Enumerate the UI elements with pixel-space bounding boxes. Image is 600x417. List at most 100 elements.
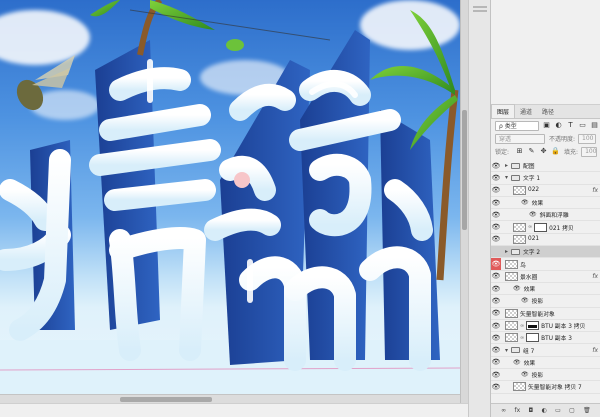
layer-row[interactable]: 👁 ▾ 文字 1 [491,172,600,185]
fx-icon[interactable]: fx [592,273,598,280]
new-layer-icon[interactable]: ▢ [569,407,575,414]
lock-paint-icon[interactable]: ✎ [527,147,536,156]
visibility-eye-icon[interactable]: 👁 [491,174,501,182]
layer-row[interactable]: 👁 ∞ 021 拷贝 [491,221,600,234]
trash-icon[interactable]: 🗑 [583,407,591,414]
scrollbar-thumb[interactable] [462,110,467,230]
lock-pixels-icon[interactable]: ⊞ [515,147,524,156]
layer-row[interactable]: 👁 👁 效果 [491,283,600,296]
mask-icon[interactable]: ◘ [528,407,533,414]
visibility-eye-icon[interactable]: 👁 [491,211,501,219]
visibility-eye-icon[interactable]: 👁 [491,358,501,366]
layer-mask-thumbnail[interactable] [534,222,548,232]
visibility-eye-icon[interactable]: 👁 [491,285,501,293]
visibility-eye-icon[interactable]: 👁 [491,235,501,243]
status-bar [0,403,468,417]
effect-eye-icon[interactable]: 👁 [529,211,537,218]
layer-name: 投影 [531,373,544,380]
canvas-vertical-scrollbar[interactable] [460,0,468,403]
fx-icon[interactable]: fx [592,347,598,354]
opacity-field[interactable]: 100 [578,133,597,144]
layer-row[interactable]: 👁 👁 投影 [491,295,600,308]
filter-shape-icon[interactable]: ▭ [578,121,587,130]
folder-icon [511,162,520,169]
layer-name: 斜面和浮雕 [539,213,569,220]
layer-name: 效果 [531,201,544,208]
scrollbar-thumb[interactable] [120,397,212,402]
layer-name: 021 拷贝 [549,225,574,232]
folder-icon [511,347,520,354]
panel-empty-area [491,0,600,105]
visibility-eye-icon[interactable]: 👁 [491,334,501,342]
effect-eye-icon[interactable]: 👁 [513,359,521,366]
visibility-eye-icon[interactable]: 👁 [491,322,501,330]
layer-row[interactable]: 👁 景水圈 fx [491,271,600,283]
layer-name: 效果 [523,287,536,294]
layer-row[interactable]: 👁 矢量智能对象 拷贝 7 [491,381,600,394]
document-canvas[interactable] [0,0,460,394]
tab-layers[interactable]: 图层 [491,104,516,118]
layer-row[interactable]: ▸ 文字 2 [491,246,600,259]
canvas-horizontal-scrollbar[interactable] [0,394,460,403]
blend-mode-label: 穿透 [499,136,512,143]
layer-row[interactable]: 👁 鸟 [491,258,600,271]
layer-row[interactable]: 👁 ∞ BTU 副本 3 [491,332,600,345]
filter-adjust-icon[interactable]: ◐ [554,121,563,130]
folder-icon[interactable]: ▭ [555,407,561,414]
layer-name: 文字 1 [523,176,541,183]
blend-mode-dropdown[interactable]: 穿透 [495,133,545,144]
layer-mask-thumbnail[interactable] [526,321,540,330]
tab-channels[interactable]: 通道 [515,105,537,118]
fx-icon[interactable]: fx [514,407,520,414]
effect-eye-icon[interactable]: 👁 [521,199,529,206]
visibility-eye-icon[interactable]: 👁 [491,199,501,207]
effect-eye-icon[interactable]: 👁 [513,285,521,292]
layer-list: 👁 ▸ 配图 👁 ▾ 文字 1 👁 022 fx 👁 👁 效果 👁 👁 斜面和浮雕 👁 ∞ 021 拷贝 👁 021 ▸… [491,160,600,394]
layer-mask-thumbnail[interactable] [526,333,540,343]
fill-field[interactable]: 100 [581,146,598,157]
filter-pixel-icon[interactable]: ▣ [542,121,551,130]
layer-filter-dropdown[interactable]: ρ 类型 [495,120,539,131]
fx-icon[interactable]: fx [592,187,598,194]
tab-paths[interactable]: 路径 [537,105,559,118]
layer-row[interactable]: 👁 👁 斜面和浮雕 [491,209,600,222]
visibility-eye-icon[interactable]: 👁 [491,186,501,194]
layer-row[interactable]: 👁 ▸ 配图 [491,160,600,173]
panel-dock-strip [468,0,490,417]
layer-row[interactable]: 👁 ∞ BTU 副本 3 拷贝 [491,320,600,333]
visibility-eye-icon[interactable]: 👁 [491,346,501,354]
lock-move-icon[interactable]: ✥ [539,147,548,156]
layer-row[interactable]: 👁 👁 投影 [491,369,600,382]
dock-grip[interactable] [473,10,487,12]
link-icon[interactable]: ∞ [501,407,506,414]
visibility-eye-icon[interactable]: 👁 [491,309,501,317]
visibility-eye-icon[interactable]: 👁 [491,162,501,170]
layer-name: 021 [528,236,540,243]
visibility-eye-icon[interactable]: 👁 [491,258,501,270]
layer-thumbnail [513,222,526,232]
visibility-eye-icon[interactable]: 👁 [491,371,501,379]
lock-all-icon[interactable]: 🔒 [551,147,560,156]
adjustment-icon[interactable]: ◐ [542,407,547,414]
filter-smart-icon[interactable]: ▤ [590,121,599,130]
layer-row[interactable]: 👁 ▾ 组 7 fx [491,344,600,357]
filter-type-icon[interactable]: T [566,121,575,130]
mask-link-icon[interactable]: ∞ [528,224,532,230]
mask-link-icon[interactable]: ∞ [520,323,524,329]
layer-row[interactable]: 👁 👁 效果 [491,357,600,370]
layer-row[interactable]: 👁 021 [491,234,600,247]
mask-link-icon[interactable]: ∞ [520,335,524,341]
visibility-eye-icon[interactable]: 👁 [491,383,501,391]
visibility-eye-icon[interactable]: 👁 [491,272,501,280]
layer-name: BTU 副本 3 拷贝 [541,324,586,330]
dock-grip[interactable] [473,6,487,8]
layer-row[interactable]: 👁 022 fx [491,185,600,197]
visibility-eye-icon[interactable]: 👁 [491,223,501,231]
layer-row[interactable]: 👁 矢量智能对象 [491,308,600,320]
layer-name: 效果 [523,360,536,367]
effect-eye-icon[interactable]: 👁 [521,371,529,378]
visibility-eye-icon[interactable]: 👁 [491,297,501,305]
effect-eye-icon[interactable]: 👁 [521,297,529,304]
layer-name: 组 7 [523,348,535,355]
layer-row[interactable]: 👁 👁 效果 [491,197,600,210]
